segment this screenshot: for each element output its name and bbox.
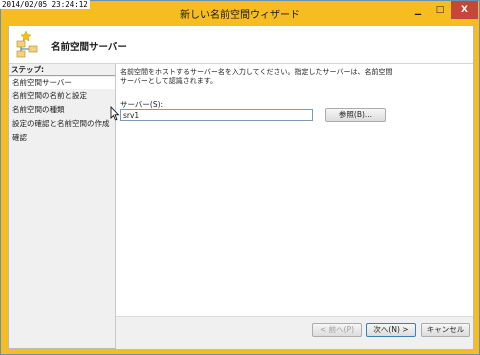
step-namespace-server[interactable]: 名前空間サーバー: [9, 77, 115, 89]
steps-heading: ステップ:: [11, 65, 44, 74]
step-review-create[interactable]: 設定の確認と名前空間の作成: [9, 118, 115, 130]
steps-divider: [9, 75, 115, 76]
maximize-icon: □: [435, 5, 445, 15]
next-button[interactable]: 次へ(N) >: [366, 323, 416, 337]
server-input[interactable]: srv1: [120, 109, 313, 121]
description-line-1: 名前空間をホストするサーバー名を入力してください。指定したサーバーは、名前空間: [120, 68, 393, 76]
maximize-button[interactable]: □: [429, 1, 451, 19]
step-namespace-type[interactable]: 名前空間の種類: [9, 104, 115, 116]
namespace-wizard-icon: [16, 30, 38, 58]
wizard-header: 名前空間サーバー: [9, 26, 473, 64]
close-icon: X: [461, 5, 468, 15]
wizard-frame: 名前空間サーバー ステップ: 名前空間サーバー 名前空間の名前と設定 名前空間の…: [8, 25, 474, 349]
browse-button[interactable]: 参照(B)...: [325, 108, 386, 122]
previous-button[interactable]: < 前へ(P): [312, 323, 362, 337]
main-content: 名前空間をホストするサーバー名を入力してください。指定したサーバーは、名前空間 …: [116, 64, 473, 316]
step-namespace-name-settings[interactable]: 名前空間の名前と設定: [9, 90, 115, 102]
timestamp-overlay: 2014/02/05 23:24:12: [0, 0, 90, 9]
wizard-window: 新しい名前空間ウィザード ▁ □ X 名前空間サーバー ステップ: 名前空間サー…: [0, 0, 480, 355]
description-line-2: サーバーとして認識されます。: [120, 77, 218, 85]
wizard-footer: < 前へ(P) 次へ(N) > キャンセル: [116, 316, 473, 349]
description-text: 名前空間をホストするサーバー名を入力してください。指定したサーバーは、名前空間 …: [120, 68, 460, 86]
step-confirmation[interactable]: 確認: [9, 132, 115, 144]
steps-sidebar: ステップ: 名前空間サーバー 名前空間の名前と設定 名前空間の種類 設定の確認と…: [9, 64, 116, 348]
cancel-button[interactable]: キャンセル: [421, 323, 470, 337]
minimize-button[interactable]: ▁: [407, 1, 429, 19]
page-title: 名前空間サーバー: [51, 42, 127, 53]
minimize-icon: ▁: [414, 5, 422, 15]
mouse-cursor-icon: [110, 106, 120, 121]
close-button[interactable]: X: [451, 1, 478, 19]
